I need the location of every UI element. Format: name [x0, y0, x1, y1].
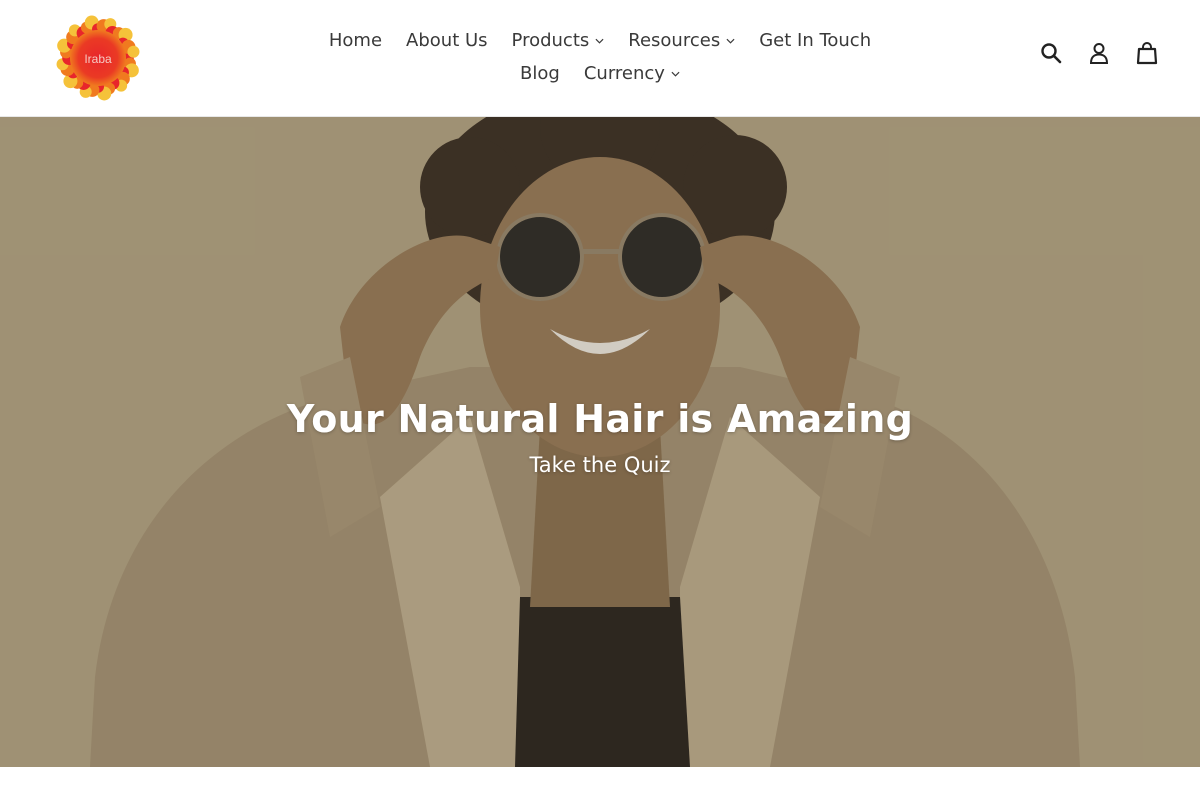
nav-products[interactable]: Products: [500, 30, 617, 51]
iraba-logo[interactable]: Iraba: [54, 14, 142, 102]
nav-home-label: Home: [328, 30, 383, 51]
main-navigation: Home About Us Products Resources Get In …: [300, 24, 900, 90]
site-header: Iraba Home About Us Products Resources G…: [0, 0, 1200, 117]
account-button[interactable]: [1086, 40, 1112, 66]
search-icon: [1041, 43, 1062, 64]
nav-get-in-touch-label: Get In Touch: [759, 30, 872, 51]
cart-button[interactable]: [1134, 40, 1160, 66]
nav-about-us-label: About Us: [406, 30, 488, 51]
page-content-start: [0, 767, 1200, 800]
nav-about-us[interactable]: About Us: [394, 30, 500, 51]
nav-row-primary: Home About Us Products Resources Get In …: [300, 24, 900, 57]
chevron-down-icon: [726, 38, 735, 44]
nav-blog[interactable]: Blog: [508, 63, 572, 84]
nav-currency[interactable]: Currency: [572, 63, 692, 84]
logo-text: Iraba: [84, 52, 112, 66]
search-button[interactable]: [1038, 40, 1064, 66]
chevron-down-icon: [671, 71, 680, 77]
logo-petal: [127, 45, 140, 58]
hero-title: Your Natural Hair is Amazing: [286, 397, 914, 441]
nav-products-label: Products: [511, 30, 590, 51]
nav-get-in-touch[interactable]: Get In Touch: [747, 30, 883, 51]
nav-currency-label: Currency: [583, 63, 665, 84]
cart-icon: [1136, 42, 1158, 65]
nav-row-secondary: Blog Currency: [300, 57, 900, 90]
nav-blog-label: Blog: [520, 63, 560, 84]
account-icon: [1089, 43, 1109, 64]
take-quiz-link[interactable]: Take the Quiz: [0, 453, 1200, 477]
chevron-down-icon: [595, 38, 604, 44]
nav-home[interactable]: Home: [317, 30, 394, 51]
hero-banner: Your Natural Hair is Amazing Take the Qu…: [0, 117, 1200, 767]
nav-resources-label: Resources: [628, 30, 721, 51]
nav-resources[interactable]: Resources: [616, 30, 747, 51]
hero-overlay: [0, 117, 1200, 767]
header-actions: [1038, 40, 1160, 66]
